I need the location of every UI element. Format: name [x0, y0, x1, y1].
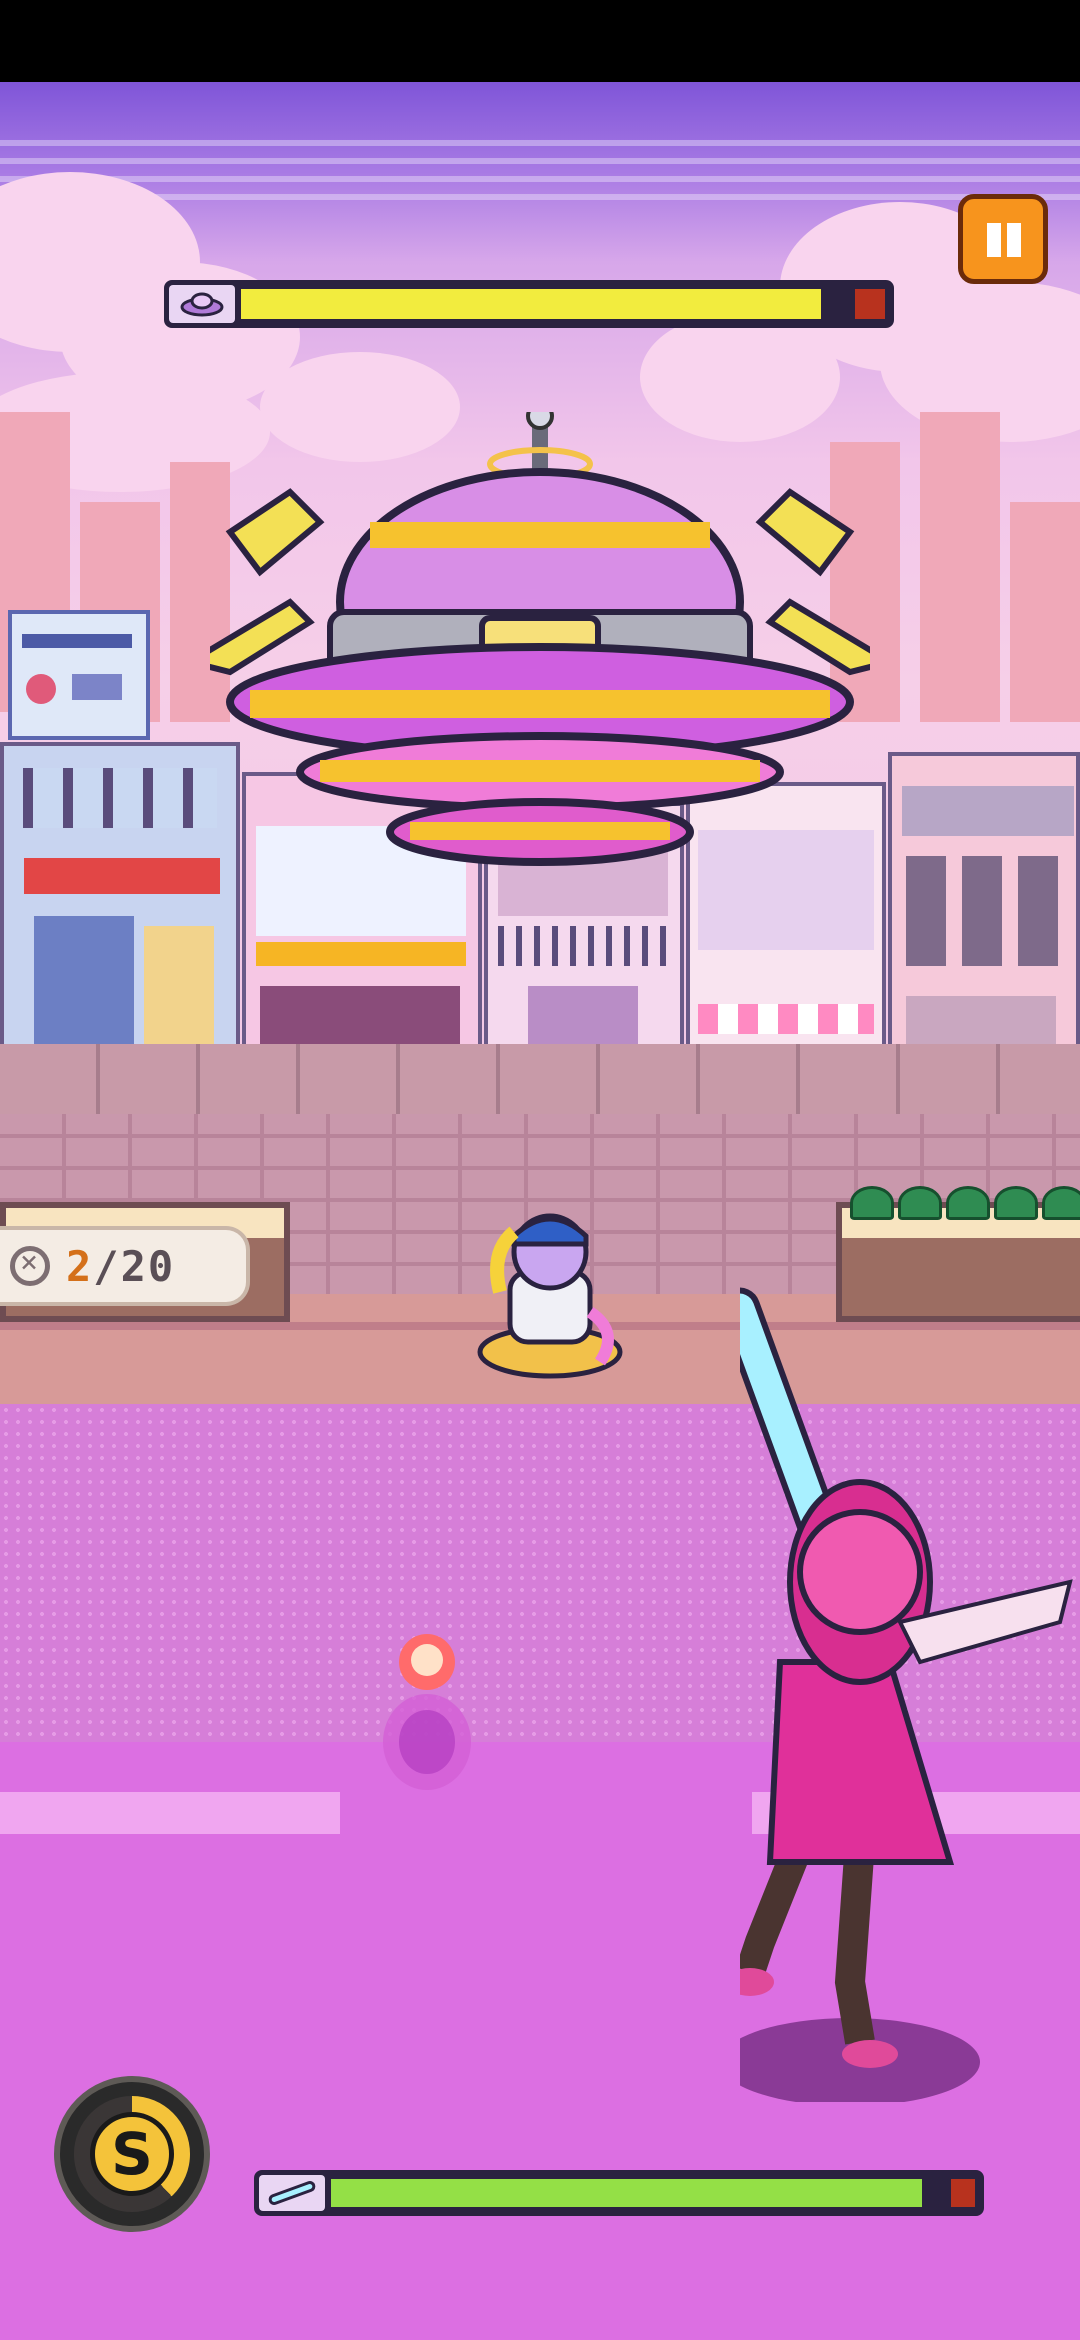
ufo-icon: [169, 285, 235, 323]
sky-stripe: [0, 140, 1080, 146]
pitch-counter: 2/20: [0, 1226, 250, 1306]
boss-health-bar: [164, 280, 894, 328]
billboard: [8, 610, 150, 740]
lane-line: [0, 1792, 340, 1834]
sky-stripe: [0, 176, 1080, 182]
special-skill-button[interactable]: S: [54, 2076, 210, 2232]
bat-icon: [259, 2175, 325, 2211]
pause-button[interactable]: [958, 194, 1048, 284]
catcher-character: [477, 1213, 623, 1379]
counter-text: 2/20: [66, 1242, 175, 1291]
batter-power-fill: [331, 2179, 922, 2207]
sidewalk: [0, 1044, 1080, 1114]
batter-character: [740, 1287, 1073, 2102]
counter-total: 20: [120, 1241, 176, 1291]
boss-health-fill: [241, 289, 821, 319]
special-icon: S: [90, 2112, 174, 2196]
fire-ball: [383, 1634, 471, 1790]
ball-count-icon: [10, 1245, 50, 1286]
ufo-boss: [210, 412, 870, 866]
batter-power-end: [951, 2179, 975, 2207]
skyline-tower: [920, 412, 1000, 722]
skyline-tower: [1010, 502, 1080, 722]
status-bar: [0, 0, 1080, 82]
sky-stripe: [0, 158, 1080, 164]
batter-power-bar: [254, 2170, 984, 2216]
game-scene[interactable]: 2/20 S: [0, 82, 1080, 2340]
counter-current: 2: [66, 1241, 94, 1291]
boss-health-end: [855, 289, 885, 319]
counter-separator: /: [93, 1241, 121, 1291]
special-label: S: [111, 2120, 153, 2188]
